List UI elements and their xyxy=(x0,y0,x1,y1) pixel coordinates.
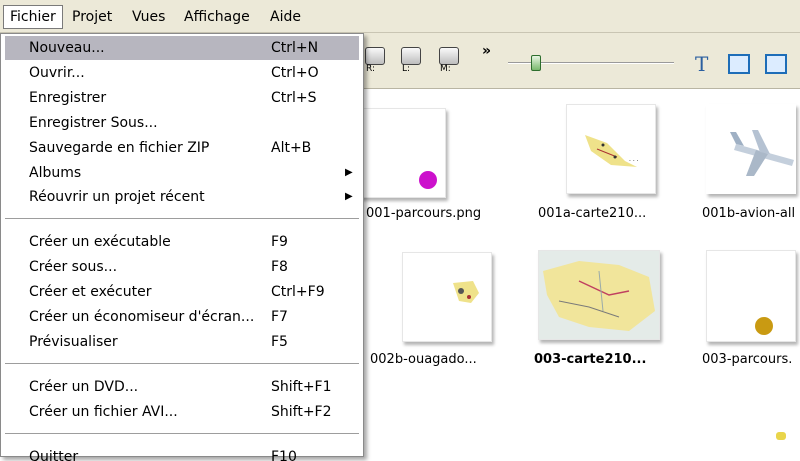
menubar: Fichier Projet Vues Affichage Aide xyxy=(0,0,800,33)
airplane-icon xyxy=(730,130,794,176)
menu-item-creer-et-executer[interactable]: Créer et exécuter Ctrl+F9 xyxy=(5,280,359,304)
submenu-arrow-icon: ▶ xyxy=(345,191,353,203)
menu-item-label: Créer un exécutable xyxy=(29,234,171,251)
group-r-label: R: xyxy=(366,64,376,74)
group-l-icon[interactable]: L: xyxy=(398,45,424,74)
menu-fichier[interactable]: Fichier xyxy=(3,5,63,29)
menu-item-shortcut: F10 xyxy=(271,448,297,461)
menu-projet[interactable]: Projet xyxy=(66,5,118,29)
toolbar-overflow-icon[interactable]: » xyxy=(482,43,491,59)
menu-item-shortcut: Shift+F1 xyxy=(271,378,332,395)
menu-item-albums[interactable]: Albums ▶ xyxy=(5,161,359,185)
menu-item-nouveau[interactable]: Nouveau... Ctrl+N xyxy=(5,36,359,60)
menu-item-shortcut: Ctrl+F9 xyxy=(271,284,325,301)
menu-vues[interactable]: Vues xyxy=(126,5,171,29)
fichier-dropdown-menu: Nouveau... Ctrl+N Ouvrir... Ctrl+O Enregistr… xyxy=(0,33,364,461)
menu-item-label: Créer et exécuter xyxy=(29,284,152,301)
file-caption: 001b-avion-all xyxy=(702,206,796,221)
map-preview-icon: · · · xyxy=(585,135,639,167)
thumbnail-001-parcours[interactable] xyxy=(356,108,446,198)
menu-item-ouvrir[interactable]: Ouvrir... Ctrl+O xyxy=(5,61,359,85)
file-caption: 003-parcours. xyxy=(702,352,793,367)
menu-item-label: Quitter xyxy=(29,448,79,461)
menu-item-shortcut: Ctrl+N xyxy=(271,40,319,56)
menu-item-creer-un-fichier-avi[interactable]: Créer un fichier AVI... Shift+F2 xyxy=(5,400,359,424)
map-preview-icon xyxy=(453,281,479,303)
file-caption: 002b-ouagado... xyxy=(370,352,477,367)
thumbnail-001a-carte[interactable]: · · · xyxy=(566,104,656,194)
menu-item-creer-sous[interactable]: Créer sous... F8 xyxy=(5,255,359,279)
menu-item-quitter[interactable]: Quitter F10 xyxy=(5,445,359,461)
file-caption: 001-parcours.png xyxy=(366,206,482,221)
submenu-arrow-icon: ▶ xyxy=(345,166,353,178)
menu-item-label: Enregistrer Sous... xyxy=(29,114,158,131)
group-l-label: L: xyxy=(402,64,411,74)
menu-item-shortcut: F7 xyxy=(271,309,288,325)
thumbnail-003-carte[interactable] xyxy=(538,250,660,340)
menu-item-creer-un-executable[interactable]: Créer un exécutable F9 xyxy=(5,230,359,254)
menu-item-sauvegarde-en-fichier-zip[interactable]: Sauvegarde en fichier ZIP Alt+B xyxy=(5,136,359,160)
menu-item-shortcut: F8 xyxy=(271,259,288,276)
text-icon[interactable]: T xyxy=(695,52,708,76)
file-caption: 001a-carte210... xyxy=(538,206,647,221)
menu-item-enregistrer[interactable]: Enregistrer Ctrl+S xyxy=(5,86,359,110)
menu-item-label: Créer un fichier AVI... xyxy=(29,403,178,420)
menu-item-label: Enregistrer xyxy=(29,89,107,106)
menu-item-creer-un-dvd[interactable]: Créer un DVD... Shift+F1 xyxy=(5,375,359,399)
menu-item-label: Créer sous... xyxy=(29,259,118,276)
thumbnail-003-parcours[interactable] xyxy=(706,250,796,342)
menu-item-shortcut: Alt+B xyxy=(271,139,312,156)
zoom-slider-thumb[interactable] xyxy=(531,55,542,71)
menu-item-shortcut: F5 xyxy=(271,333,288,350)
group-r-icon[interactable]: R: xyxy=(362,45,388,74)
menu-aide[interactable]: Aide xyxy=(264,5,307,29)
window-icon[interactable] xyxy=(765,54,787,74)
group-m-label: M: xyxy=(440,64,451,74)
file-caption-selected: 003-carte210... xyxy=(534,352,647,367)
menu-item-label: Réouvrir un projet récent xyxy=(29,189,205,206)
menu-item-label: Créer un économiseur d'écran... xyxy=(29,309,255,325)
thumbnail-002b-ouagado[interactable] xyxy=(402,252,492,342)
menu-item-label: Sauvegarde en fichier ZIP xyxy=(29,139,210,156)
menu-item-reouvrir-un-projet-recent[interactable]: Réouvrir un projet récent ▶ xyxy=(5,185,359,209)
menu-item-creer-un-economiseur-d-ecran[interactable]: Créer un économiseur d'écran... F7 xyxy=(5,305,359,329)
menu-item-label: Ouvrir... xyxy=(29,64,85,81)
menu-item-label: Nouveau... xyxy=(29,40,105,56)
partial-thumbnail-icon xyxy=(776,432,786,440)
thumbnail-001b-avion[interactable] xyxy=(706,104,796,194)
menu-item-previsualiser[interactable]: Prévisualiser F5 xyxy=(5,330,359,354)
layout-icon[interactable] xyxy=(728,54,750,74)
group-m-icon[interactable]: M: xyxy=(436,45,462,74)
menu-item-label: Créer un DVD... xyxy=(29,378,139,395)
parcours-dot-icon xyxy=(755,317,773,335)
menu-item-shortcut: Ctrl+O xyxy=(271,64,319,81)
parcours-dot-icon xyxy=(419,171,437,189)
menu-separator xyxy=(5,362,359,365)
menu-item-enregistrer-sous[interactable]: Enregistrer Sous... xyxy=(5,111,359,135)
menu-separator xyxy=(5,432,359,435)
menu-item-shortcut: Shift+F2 xyxy=(271,403,332,420)
menu-item-label: Prévisualiser xyxy=(29,333,118,350)
menu-separator xyxy=(5,218,359,221)
menu-item-label: Albums xyxy=(29,164,82,181)
svg-text:· · ·: · · · xyxy=(629,158,639,165)
menu-item-shortcut: F9 xyxy=(271,234,288,251)
map-preview-icon xyxy=(539,251,659,339)
menu-affichage[interactable]: Affichage xyxy=(178,5,256,29)
menu-item-shortcut: Ctrl+S xyxy=(271,89,317,106)
